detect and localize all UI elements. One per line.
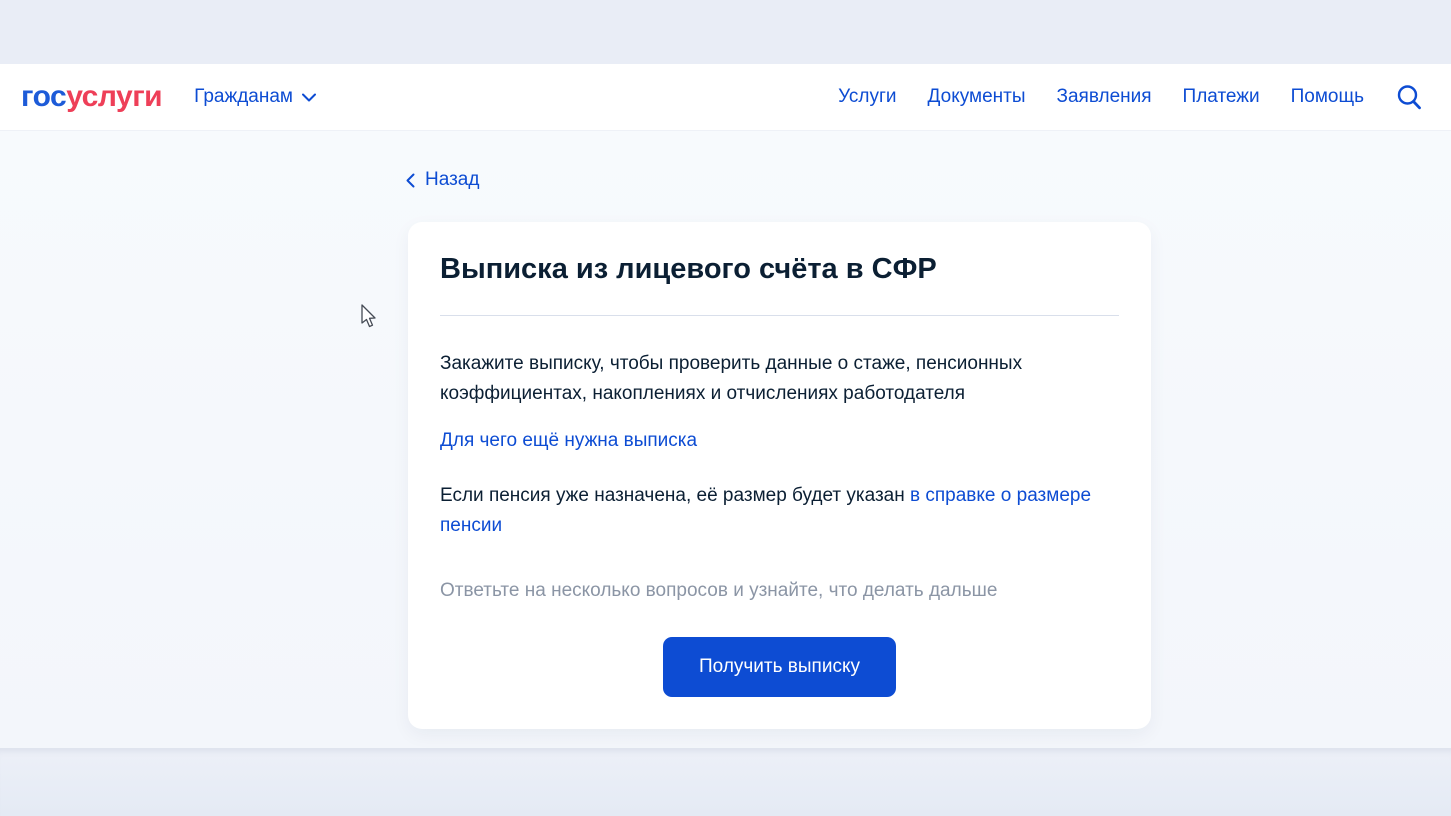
- back-link[interactable]: Назад: [406, 169, 479, 191]
- logo-part-uslugi: услуги: [66, 80, 163, 113]
- site-header: госуслуги Гражданам Услуги Документы Зая…: [0, 64, 1451, 131]
- gosuslugi-logo[interactable]: госуслуги: [21, 80, 163, 114]
- search-button[interactable]: [1395, 83, 1423, 111]
- nav-item-platezhi[interactable]: Платежи: [1183, 86, 1260, 108]
- nav-item-uslugi[interactable]: Услуги: [838, 86, 896, 108]
- pension-note: Если пенсия уже назначена, её размер буд…: [440, 481, 1119, 541]
- why-statement-link[interactable]: Для чего ещё нужна выписка: [440, 426, 697, 456]
- nav-item-dokumenty[interactable]: Документы: [928, 86, 1026, 108]
- nav-item-zayavleniya[interactable]: Заявления: [1057, 86, 1152, 108]
- questions-hint: Ответьте на несколько вопросов и узнайте…: [440, 580, 998, 601]
- main-content: Назад Выписка из лицевого счёта в СФР За…: [0, 131, 1451, 748]
- nav-item-pomosch[interactable]: Помощь: [1291, 86, 1364, 108]
- audience-selector[interactable]: Гражданам: [194, 86, 316, 108]
- chevron-left-icon: [406, 173, 415, 188]
- back-link-label: Назад: [425, 169, 480, 190]
- top-strip: [0, 0, 1451, 64]
- search-icon: [1395, 83, 1423, 111]
- service-card: Выписка из лицевого счёта в СФР Закажите…: [408, 222, 1151, 729]
- get-statement-button[interactable]: Получить выписку: [663, 637, 896, 697]
- logo-part-gos: гос: [21, 80, 67, 113]
- chevron-down-icon: [301, 93, 316, 102]
- pension-note-text: Если пенсия уже назначена, её размер буд…: [440, 485, 911, 506]
- audience-label: Гражданам: [194, 86, 293, 107]
- main-nav: Услуги Документы Заявления Платежи Помощ…: [838, 86, 1364, 108]
- title-divider: [440, 315, 1119, 316]
- footer-strip: [0, 748, 1451, 816]
- service-description: Закажите выписку, чтобы проверить данные…: [440, 353, 1023, 404]
- page-title: Выписка из лицевого счёта в СФР: [440, 253, 937, 285]
